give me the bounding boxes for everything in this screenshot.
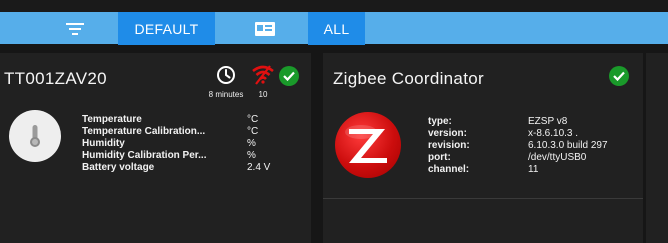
last-seen-label: 8 minutes	[208, 90, 244, 99]
zigbee-logo	[335, 112, 401, 178]
property-name: Humidity	[82, 138, 125, 149]
property-row: Temperature °C	[82, 114, 270, 126]
wifi-signal-icon	[252, 65, 274, 85]
property-value: %	[247, 138, 256, 149]
link-quality-label: 10	[258, 90, 268, 99]
property-value: °C	[247, 114, 259, 125]
filter-icon	[66, 22, 84, 35]
property-value: %	[247, 150, 256, 161]
property-name: Humidity Calibration Per...	[82, 150, 207, 161]
default-view-button[interactable]: DEFAULT	[118, 12, 215, 45]
device-properties: Temperature °C Temperature Calibration...…	[82, 114, 270, 174]
property-name: port:	[428, 152, 451, 163]
coordinator-card[interactable]: Zigbee Coordinator type: EZSP v8 version:…	[323, 53, 643, 243]
property-row: port: /dev/ttyUSB0	[428, 152, 608, 164]
coordinator-properties: type: EZSP v8 version: x-8.6.10.3 . revisi…	[428, 116, 608, 176]
next-card-edge	[646, 53, 668, 243]
property-value: 11	[528, 164, 539, 175]
card-view-icon	[255, 21, 275, 36]
property-row: Humidity%	[82, 138, 270, 150]
device-card[interactable]: TT001ZAV20 8 minutes 10 Temperature °C T…	[0, 53, 311, 243]
all-devices-button[interactable]: ALL	[308, 12, 365, 45]
card-view-button[interactable]	[240, 12, 290, 45]
property-row: revision: 6.10.3.0 build 297	[428, 140, 608, 152]
property-value: 6.10.3.0 build 297	[528, 140, 608, 151]
coordinator-title: Zigbee Coordinator	[333, 69, 484, 88]
property-row: Humidity Calibration Per...%	[82, 150, 270, 162]
device-title: TT001ZAV20	[4, 69, 107, 88]
property-value: 2.4 V	[247, 162, 271, 173]
last-seen: 8 minutes	[203, 65, 249, 99]
property-row: version: x-8.6.10.3 .	[428, 128, 608, 140]
property-name: Battery voltage	[82, 162, 155, 173]
property-name: Temperature Calibration...	[82, 126, 206, 137]
link-quality: 10	[249, 65, 277, 99]
clock-icon	[217, 66, 235, 84]
card-divider	[323, 198, 643, 199]
property-value: °C	[247, 126, 259, 137]
check-circle-icon	[609, 66, 629, 86]
filter-button[interactable]	[55, 12, 95, 45]
thermometer-sensor-image	[9, 110, 61, 162]
property-name: Temperature	[82, 114, 142, 125]
property-row: type: EZSP v8	[428, 116, 608, 128]
property-name: version:	[428, 128, 467, 139]
property-value: EZSP v8	[528, 116, 568, 127]
property-row: Temperature Calibration... °C	[82, 126, 270, 138]
check-circle-icon	[279, 66, 299, 86]
property-name: channel:	[428, 164, 470, 175]
property-value: /dev/ttyUSB0	[528, 152, 587, 163]
property-row: channel: 11	[428, 164, 608, 176]
property-name: revision:	[428, 140, 470, 151]
property-name: type:	[428, 116, 452, 127]
property-row: Battery voltage 2.4 V	[82, 162, 270, 174]
property-value: x-8.6.10.3 .	[528, 128, 579, 139]
